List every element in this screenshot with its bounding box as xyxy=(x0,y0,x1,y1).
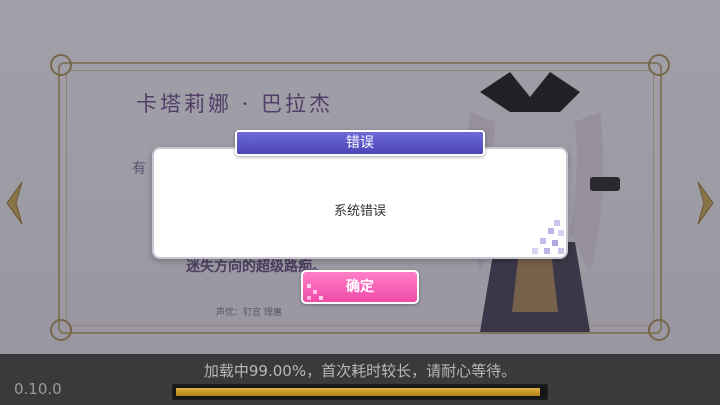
pixel-sparkle-icon xyxy=(307,284,323,300)
loading-progress-fill xyxy=(176,388,540,396)
pixel-sparkle-icon xyxy=(532,220,564,254)
confirm-button[interactable]: 确定 xyxy=(301,270,419,304)
loading-status-text: 加载中99.00%，首次耗时较长，请耐心等待。 xyxy=(203,362,517,380)
version-label: 0.10.0 xyxy=(14,380,62,398)
loading-progress-track xyxy=(172,384,548,400)
dialog-title: 错误 xyxy=(235,130,485,156)
confirm-button-label: 确定 xyxy=(346,279,374,295)
dialog-message: 系统错误 xyxy=(333,204,386,219)
